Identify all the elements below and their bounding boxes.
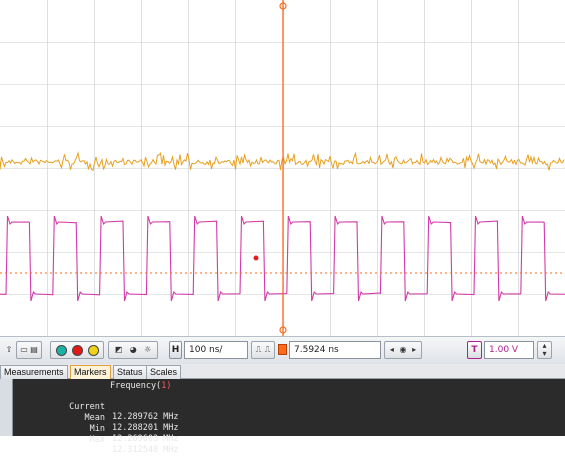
trigger-level-stepper[interactable]: ▴ ▾ — [537, 341, 552, 359]
panel-tabs: Measurements Markers Status Scales — [0, 364, 565, 379]
display-tools: ◩ ◕ ☼ — [108, 341, 158, 359]
tab-measurements[interactable]: Measurements — [0, 365, 68, 379]
channel2-color-button[interactable] — [71, 344, 83, 356]
position-field[interactable]: 7.5924 ns — [289, 341, 381, 359]
measurement-row-current: Current 12.289762 MHz — [0, 392, 565, 422]
channel1-trace — [0, 151, 565, 172]
step-right-icon[interactable]: ▸ — [412, 346, 416, 354]
measurement-value: 12.312548 MHz — [112, 445, 179, 455]
channel-selector — [50, 341, 104, 359]
step-reset-icon[interactable]: ◉ — [400, 346, 407, 354]
single-pane-icon[interactable]: ▭ — [20, 346, 28, 354]
autoscale-icon[interactable]: ◩ — [115, 346, 123, 354]
measurement-row-mean: Mean 12.288201 MHz — [0, 403, 565, 433]
marker-position-icon[interactable] — [278, 344, 287, 355]
trigger-slope-buttons: ⎍ ⎍ — [251, 341, 275, 359]
channel1-waveform — [0, 151, 565, 172]
channel1-color-button[interactable] — [55, 344, 67, 356]
timebase-field[interactable]: 100 ns/ — [184, 341, 248, 359]
layout-buttons[interactable]: ▭ ▤ — [16, 341, 42, 359]
decrease-icon[interactable]: ▾ — [542, 350, 546, 358]
trigger-button[interactable]: T — [467, 341, 482, 359]
position-stepper: ◂ ◉ ▸ — [384, 341, 422, 359]
brightness-icon[interactable]: ☼ — [144, 346, 151, 354]
waveform-display[interactable] — [0, 0, 565, 336]
marker-point[interactable] — [253, 255, 259, 261]
measurement-label: Max — [89, 435, 105, 445]
trigger-level-field[interactable]: 1.00 V — [484, 341, 534, 359]
falling-edge-icon[interactable]: ⎍ — [265, 346, 271, 354]
tab-markers[interactable]: Markers — [70, 365, 111, 379]
step-left-icon[interactable]: ◂ — [390, 346, 394, 354]
scope-toolbar: ⇧ ▭ ▤ ◩ ◕ ☼ H 100 ns/ ⎍ ⎍ 7.5924 ns ◂ ◉ … — [0, 336, 565, 364]
pin-icon[interactable]: ⇧ — [4, 341, 14, 359]
palette-icon[interactable]: ◕ — [130, 346, 137, 354]
measurement-row-min: Min 12.269603 MHz — [0, 414, 565, 444]
split-pane-icon[interactable]: ▤ — [30, 346, 38, 354]
measurements-panel: Frequency(1) Current 12.289762 MHz Mean … — [0, 379, 565, 455]
horizontal-button[interactable]: H — [169, 341, 182, 359]
channel3-color-button[interactable] — [87, 344, 99, 356]
waveform-canvas[interactable] — [0, 0, 565, 336]
measurement-row-max: Max 12.312548 MHz — [0, 425, 565, 455]
measurement-title: Frequency(1) — [110, 381, 172, 391]
tab-status[interactable]: Status — [113, 365, 147, 379]
tab-scales[interactable]: Scales — [146, 365, 182, 379]
rising-edge-icon[interactable]: ⎍ — [256, 346, 262, 354]
